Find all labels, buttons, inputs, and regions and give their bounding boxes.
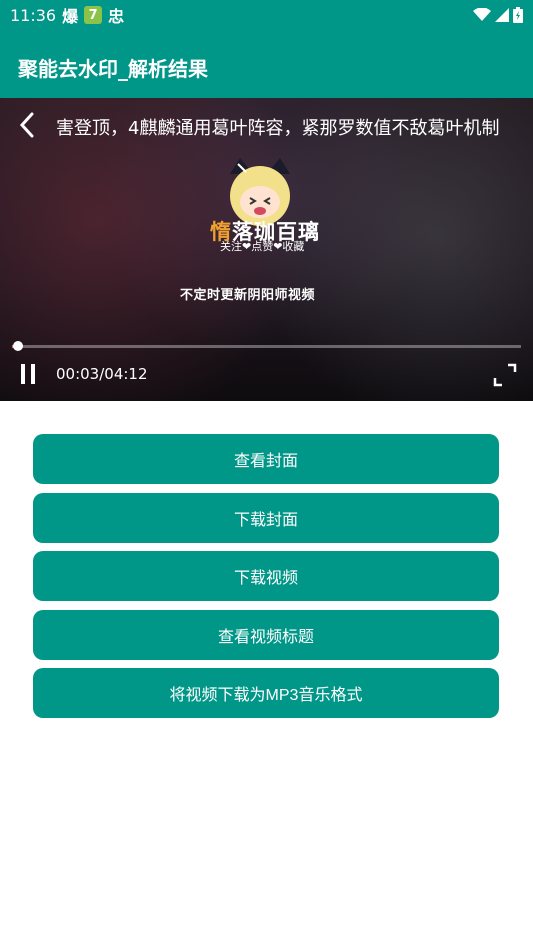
back-button[interactable]	[12, 110, 42, 140]
notification-app-icon: 7	[84, 6, 103, 24]
chevron-left-icon	[19, 112, 34, 138]
download-mp3-button[interactable]: 将视频下载为MP3音乐格式	[33, 668, 499, 718]
video-title: 害登顶，4麒麟通用葛叶阵容，紧那罗数值不敌葛叶机制	[56, 118, 500, 139]
page-title: 聚能去水印_解析结果	[18, 57, 208, 81]
pause-button[interactable]	[16, 362, 40, 386]
view-cover-button[interactable]: 查看封面	[33, 434, 499, 484]
action-list: 查看封面 下载封面 下载视频 查看视频标题 将视频下载为MP3音乐格式	[33, 434, 499, 727]
fullscreen-icon[interactable]	[492, 362, 518, 388]
status-bar: 11:36 爆 7 忠	[0, 0, 533, 30]
notification-app-icon: 爆	[62, 7, 79, 26]
download-cover-button[interactable]: 下载封面	[33, 492, 499, 543]
status-left: 11:36 爆 7 忠	[10, 3, 124, 27]
video-player[interactable]: 害登顶，4麒麟通用葛叶阵容，紧那罗数值不敌葛叶机制 惰落珈百璃 关注❤点赞❤收藏…	[0, 98, 533, 401]
battery-icon	[513, 7, 523, 23]
progress-bar[interactable]	[12, 341, 521, 351]
download-video-button[interactable]: 下载视频	[33, 551, 499, 601]
channel-logo-subtext: 关注❤点赞❤收藏	[220, 240, 305, 253]
pause-icon	[21, 364, 35, 384]
status-time: 11:36	[10, 5, 57, 25]
view-video-title-button[interactable]: 查看视频标题	[33, 609, 499, 660]
wifi-icon	[473, 8, 491, 21]
notification-app-icon: 忠	[108, 7, 125, 26]
signal-icon	[495, 8, 509, 22]
app-header: 11:36 爆 7 忠 聚能去水印_解析结果	[0, 0, 533, 98]
status-right	[473, 7, 523, 23]
video-overlay-caption: 不定时更新阴阳师视频	[180, 288, 316, 303]
playback-time: 00:03/04:12	[56, 365, 148, 383]
